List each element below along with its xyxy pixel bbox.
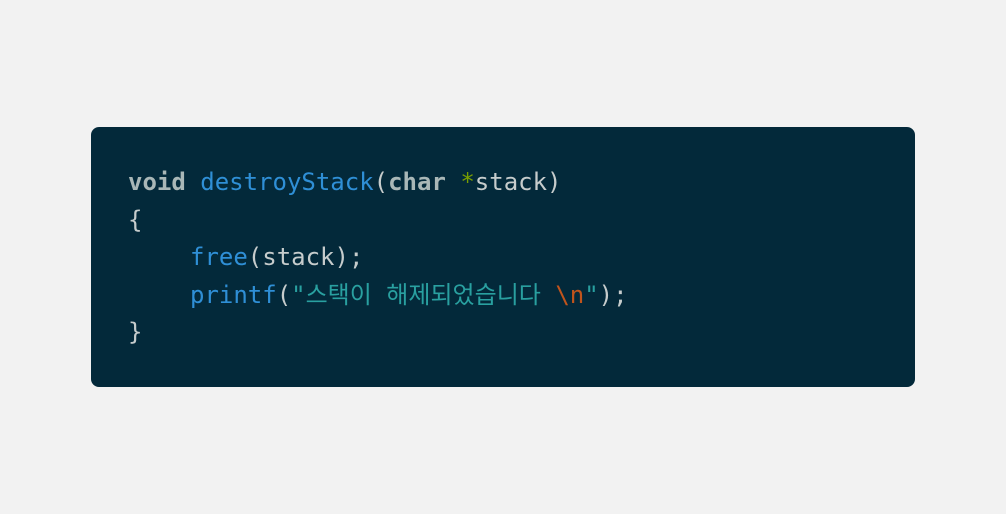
param-name: stack [474, 168, 548, 196]
printf-call: printf [190, 280, 277, 309]
string-close-quote: " [584, 280, 599, 309]
escape-sequence: \n [555, 280, 585, 309]
printf-open-paren: ( [276, 280, 292, 309]
code-block: void destroyStack(char *stack){free(stac… [91, 127, 915, 387]
close-paren: ) [547, 168, 562, 196]
code-line-1: void destroyStack(char *stack) [128, 164, 915, 202]
code-line-4: printf("스택이 해제되었습니다 \n"); [128, 277, 915, 315]
return-type-keyword: void [128, 168, 186, 196]
code-line-2: { [128, 202, 915, 240]
free-args: (stack); [247, 243, 364, 271]
function-name: destroyStack [200, 168, 374, 196]
close-brace: } [128, 318, 143, 346]
open-paren: ( [373, 168, 389, 196]
printf-close: ); [598, 280, 628, 309]
open-brace: { [128, 205, 143, 234]
code-line-3: free(stack); [128, 239, 915, 277]
pointer-operator: * [460, 168, 475, 196]
free-call: free [190, 243, 248, 271]
param-type-keyword: char [388, 168, 446, 196]
code-listing: void destroyStack(char *stack){free(stac… [128, 164, 915, 352]
code-line-5: } [128, 314, 915, 352]
string-literal: "스택이 해제되었습니다 [291, 280, 556, 309]
